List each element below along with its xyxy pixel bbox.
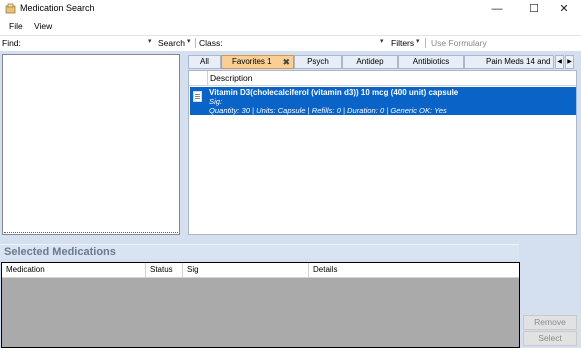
description-column-header[interactable]: Description [210, 73, 253, 83]
find-input[interactable] [22, 37, 147, 49]
medication-details: Quantity: 30 | Units: Capsule | Refills:… [209, 106, 447, 115]
tab-psych[interactable]: Psych [294, 55, 342, 69]
close-button[interactable]: ✕ [547, 0, 581, 18]
minimize-button[interactable]: — [480, 0, 514, 18]
details-column-header[interactable]: Details [309, 263, 519, 278]
close-tab-icon[interactable]: ✖ [282, 56, 290, 68]
maximize-button[interactable]: ☐ [517, 0, 551, 18]
search-dropdown-icon[interactable]: ▾ [187, 37, 191, 45]
find-label: Find: [2, 38, 21, 48]
class-label: Class: [199, 38, 223, 48]
selected-medications-table[interactable]: Medication Status Sig Details [1, 262, 520, 348]
tab-antidep[interactable]: Antidep [342, 55, 398, 69]
tab-scroll-right-icon[interactable]: ▶ [565, 55, 574, 69]
menu-view[interactable]: View [34, 21, 52, 31]
selected-table-header: Medication Status Sig Details [2, 263, 519, 278]
class-dropdown-icon[interactable]: ▾ [380, 37, 384, 45]
tab-antibiotics[interactable]: Antibiotics [398, 55, 464, 69]
window-title: Medication Search [20, 3, 95, 13]
medication-name: Vitamin D3(cholecalciferol (vitamin d3))… [209, 88, 459, 97]
tab-all[interactable]: All [188, 55, 221, 69]
main-content: All Favorites 1 ✖ Psych Antidep Antibiot… [0, 51, 581, 348]
column-divider [207, 71, 208, 86]
menu-bar: File View [0, 19, 581, 34]
medication-column-header[interactable]: Medication [2, 263, 146, 278]
find-dropdown-icon[interactable]: ▾ [148, 37, 152, 45]
search-toolbar: Find: ▾ Search ▾ Class: ▾ Filters ▾ Use … [0, 35, 581, 50]
medication-sig: Sig: [209, 97, 223, 106]
sig-column-header[interactable]: Sig [183, 263, 309, 278]
tab-favorites-1[interactable]: Favorites 1 ✖ [221, 55, 294, 69]
toolbar-separator [425, 38, 426, 48]
selected-medications-title: Selected Medications [4, 246, 116, 258]
filters-button[interactable]: Filters [391, 38, 414, 48]
results-header: Description [189, 71, 576, 86]
tab-scroll-left-icon[interactable]: ◀ [555, 55, 564, 69]
medication-icon [193, 91, 202, 102]
app-icon [5, 3, 16, 14]
search-button[interactable]: Search [158, 38, 185, 48]
class-tree-pane[interactable] [2, 54, 180, 235]
class-input[interactable] [222, 37, 377, 49]
filters-dropdown-icon[interactable]: ▾ [416, 37, 420, 45]
favorites-tabstrip: All Favorites 1 ✖ Psych Antidep Antibiot… [188, 55, 577, 69]
use-formulary-toggle[interactable]: Use Formulary [431, 38, 487, 48]
title-bar: Medication Search — ☐ ✕ [0, 0, 581, 18]
toolbar-separator [195, 38, 196, 48]
remove-button[interactable]: Remove [523, 315, 577, 330]
tab-pain-meds[interactable]: Pain Meds 14 and up [464, 55, 554, 69]
menu-file[interactable]: File [9, 21, 23, 31]
select-button[interactable]: Select [523, 331, 577, 346]
results-grid: Description Vitamin D3(cholecalciferol (… [188, 70, 577, 235]
selected-medications-header: Selected Medications [0, 244, 519, 259]
status-column-header[interactable]: Status [146, 263, 183, 278]
result-row[interactable]: Vitamin D3(cholecalciferol (vitamin d3))… [190, 87, 576, 115]
